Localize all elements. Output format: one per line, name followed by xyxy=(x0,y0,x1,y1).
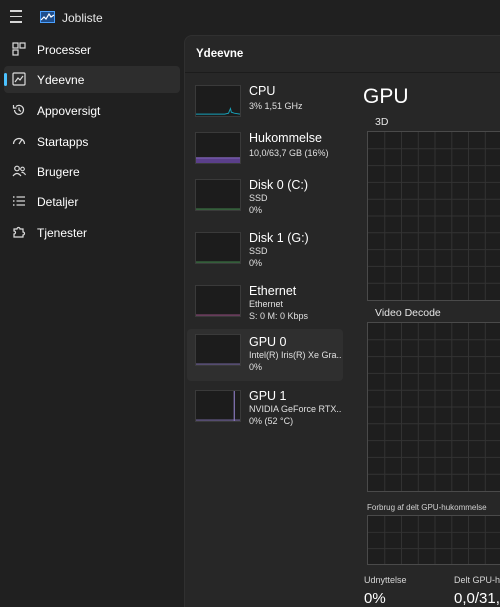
startup-speedometer-icon xyxy=(12,137,26,145)
device-name: Hukommelse xyxy=(249,131,322,145)
gpu-video-decode-graph xyxy=(367,322,500,492)
hamburger-menu-icon[interactable] xyxy=(10,10,26,26)
services-puzzle-icon xyxy=(13,226,26,238)
sidebar-item-processer[interactable]: Processer xyxy=(4,36,180,63)
device-item-ethernet[interactable]: Ethernet Ethernet S: 0 M: 0 Kbps xyxy=(187,281,343,333)
processes-grid-icon xyxy=(12,42,26,56)
panel-header: Ydeevne xyxy=(185,36,500,73)
sidebar-item-brugere[interactable]: Brugere xyxy=(4,158,180,185)
shared-memory-graph xyxy=(367,515,500,565)
device-name: GPU 1 xyxy=(249,389,287,403)
device-detail: NVIDIA GeForce RTX... xyxy=(249,404,341,414)
disk-0-thumbnail-graph xyxy=(195,179,241,211)
graph-video-decode-label: Video Decode xyxy=(375,307,441,319)
device-item-memory[interactable]: Hukommelse 10,0/63,7 GB (16%) xyxy=(187,128,343,180)
device-detail: Intel(R) Iris(R) Xe Gra... xyxy=(249,350,341,360)
device-usage: 0% xyxy=(249,258,263,268)
active-indicator xyxy=(4,73,7,86)
device-name: CPU xyxy=(249,84,276,98)
sidebar-item-label: Tjenester xyxy=(37,226,88,240)
device-usage: 0% (52 °C) xyxy=(249,416,294,426)
shared-gpu-memory-label: Delt GPU-hu xyxy=(454,575,500,585)
sidebar-item-label: Brugere xyxy=(37,165,80,179)
task-manager-app-icon xyxy=(40,11,55,23)
device-detail: Ethernet xyxy=(249,299,284,309)
shared-gpu-memory-value: 0,0/31,9 xyxy=(454,590,500,607)
utilization-label: Udnyttelse xyxy=(364,575,407,585)
gpu-detail-title: GPU xyxy=(363,85,409,108)
device-detail: 10,0/63,7 GB (16%) xyxy=(249,148,329,158)
users-icon xyxy=(12,165,26,177)
memory-thumbnail-graph xyxy=(195,132,241,164)
device-name: Disk 1 (G:) xyxy=(249,231,309,245)
sidebar-item-label: Processer xyxy=(37,43,92,57)
gpu-0-thumbnail-graph xyxy=(195,334,241,366)
app-title: Jobliste xyxy=(62,11,103,25)
gpu-1-thumbnail-graph xyxy=(195,390,241,422)
device-detail: SSD xyxy=(249,193,268,203)
performance-chart-icon xyxy=(12,72,26,86)
disk-1-thumbnail-graph xyxy=(195,232,241,264)
graph-3d-label: 3D xyxy=(375,116,389,128)
sidebar-item-label: Startapps xyxy=(37,135,89,149)
device-item-cpu[interactable]: CPU 3% 1,51 GHz xyxy=(187,81,343,133)
device-name: GPU 0 xyxy=(249,335,287,349)
sidebar-item-tjenester[interactable]: Tjenester xyxy=(4,219,180,246)
device-detail: 3% 1,51 GHz xyxy=(249,101,303,111)
shared-memory-graph-label: Forbrug af delt GPU-hukommelse xyxy=(367,503,487,512)
device-item-gpu-0[interactable]: GPU 0 Intel(R) Iris(R) Xe Gra... 0% xyxy=(187,329,343,381)
gpu-3d-graph xyxy=(367,131,500,301)
sidebar-item-appoversigt[interactable]: Appoversigt xyxy=(4,97,180,124)
device-item-gpu-1[interactable]: GPU 1 NVIDIA GeForce RTX... 0% (52 °C) xyxy=(187,386,343,438)
sidebar-item-label: Ydeevne xyxy=(37,73,85,87)
sidebar-item-detaljer[interactable]: Detaljer xyxy=(4,188,180,215)
device-detail: SSD xyxy=(249,246,268,256)
page-title: Ydeevne xyxy=(196,48,244,60)
device-usage: 0% xyxy=(249,205,263,215)
sidebar-item-startapps[interactable]: Startapps xyxy=(4,128,180,155)
sidebar-item-label: Detaljer xyxy=(37,195,79,209)
sidebar-item-label: Appoversigt xyxy=(37,104,101,118)
sidebar-item-ydeevne[interactable]: Ydeevne xyxy=(4,66,180,93)
cpu-thumbnail-graph xyxy=(195,85,241,117)
title-bar: Jobliste xyxy=(0,0,500,36)
utilization-value: 0% xyxy=(364,590,386,607)
device-name: Disk 0 (C:) xyxy=(249,178,309,192)
device-item-disk-1[interactable]: Disk 1 (G:) SSD 0% xyxy=(187,228,343,280)
details-list-icon xyxy=(13,196,25,206)
device-name: Ethernet xyxy=(249,284,297,298)
device-throughput: S: 0 M: 0 Kbps xyxy=(249,311,309,321)
sidebar: Processer Ydeevne Appoversigt Startapps … xyxy=(0,34,184,607)
device-item-disk-0[interactable]: Disk 0 (C:) SSD 0% xyxy=(187,175,343,227)
ethernet-thumbnail-graph xyxy=(195,285,241,317)
app-history-icon xyxy=(12,104,25,115)
performance-panel: Ydeevne CPU 3% 1,51 GHz Hukommelse 10,0/… xyxy=(184,35,500,607)
device-usage: 0% xyxy=(249,362,263,372)
